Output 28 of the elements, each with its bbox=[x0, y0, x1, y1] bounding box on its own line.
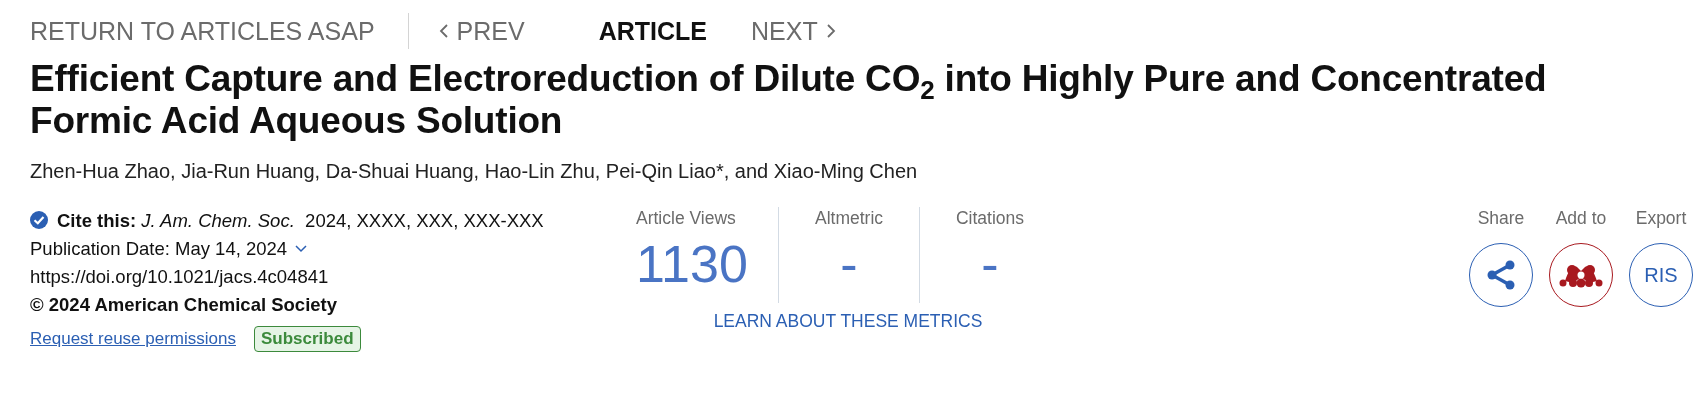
metric-label: Altmetric bbox=[814, 207, 884, 229]
metrics-link[interactable]: LEARN ABOUT THESE METRICS bbox=[713, 311, 983, 332]
chevron-right-icon bbox=[825, 23, 836, 39]
article-title: Efficient Capture and Electroreduction of Dilute CO$_{2}$ into Highly Pure and Concentrated Formic Acid Aqueous Solution bbox=[30, 58, 1548, 142]
action-label: Export bbox=[1635, 207, 1687, 229]
action-label: Share bbox=[1477, 207, 1525, 229]
export-ris-button[interactable]: RIS bbox=[1629, 243, 1693, 307]
share-icon bbox=[1486, 259, 1516, 291]
next-link[interactable]: NEXT bbox=[751, 16, 836, 46]
metric-label: Article Views bbox=[636, 207, 736, 229]
return-link[interactable]: RETURN TO ARTICLES ASAP bbox=[30, 16, 375, 46]
prev-link[interactable]: PREV bbox=[438, 16, 525, 46]
reuse-link[interactable]: Request reuse permissions bbox=[30, 325, 236, 353]
metric-value: 1130 bbox=[636, 234, 748, 295]
action-label: Add to bbox=[1555, 207, 1607, 229]
copyright-text: © 2024 American Chemical Society bbox=[30, 293, 339, 317]
chevron-down-icon bbox=[295, 245, 308, 253]
metric-label: Citations bbox=[955, 207, 1025, 229]
chevron-left-icon bbox=[438, 23, 449, 39]
access-badge: Subscribed bbox=[254, 326, 361, 352]
author-list: Zhen-Hua Zhao, Jia-Run Huang, Da-Shuai Huang, Hao-Lin Zhu, Pei-Qin Liao*, and Xiao-Ming Chen bbox=[30, 160, 1678, 183]
citation-text: Cite this: J. Am. Chem. Soc. 2024, XXXX, XXX, XXX-XXX bbox=[57, 209, 544, 233]
metric-value: - bbox=[840, 234, 858, 295]
doi-text: https://doi.org/10.1021/jacs.4c04841 bbox=[30, 265, 330, 289]
metric-value: - bbox=[981, 234, 999, 295]
publication-date: Publication Date: May 14, 2024 bbox=[30, 237, 288, 261]
check-circle-icon bbox=[30, 211, 48, 229]
current-tab[interactable]: ARTICLE bbox=[598, 16, 707, 46]
